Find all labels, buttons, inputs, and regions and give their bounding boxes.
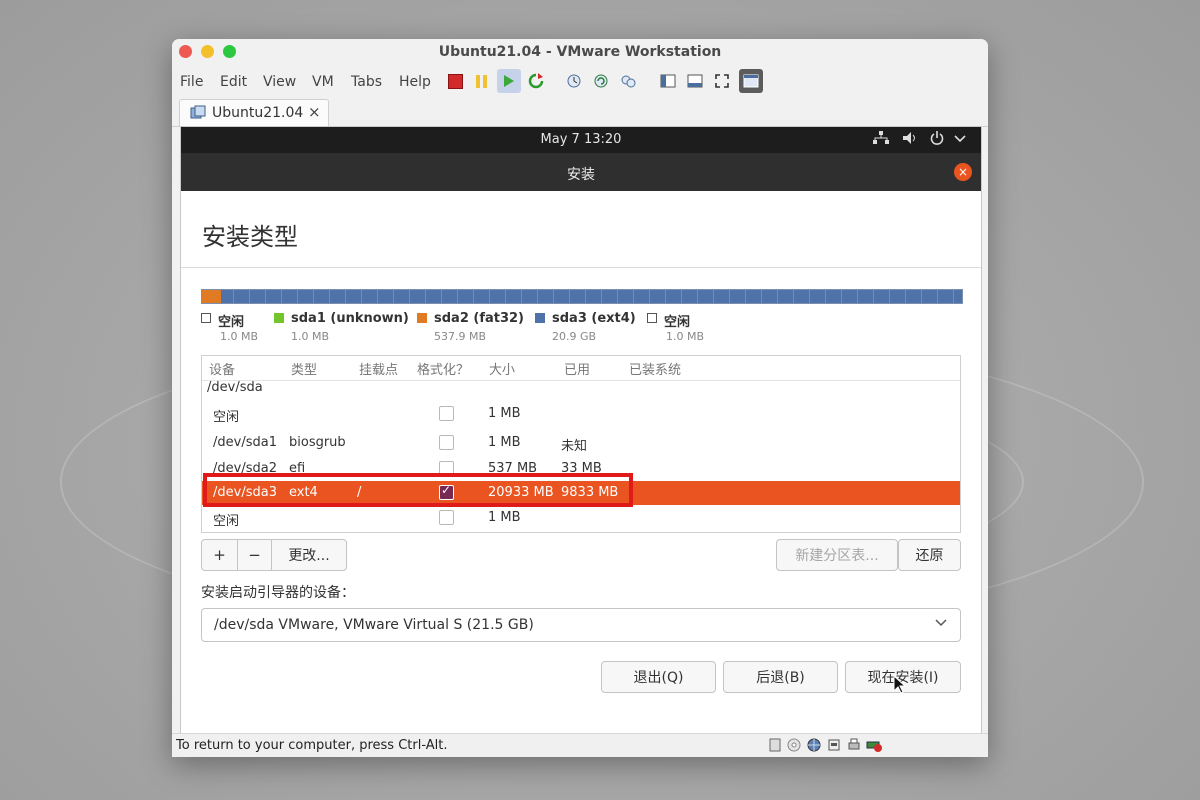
format-checkbox[interactable] [439,435,454,450]
annotation-highlight-box [203,473,633,507]
device-group-row[interactable]: /dev/sda [202,376,960,400]
hard-disk-icon[interactable] [768,738,782,752]
device-cell: /dev/sda1 [213,435,277,450]
play-icon[interactable] [497,69,521,93]
device-cell: 空闲 [213,410,240,425]
chevron-down-icon[interactable] [954,131,966,149]
clock[interactable]: May 7 13:20 [181,132,981,147]
legend-swatch [535,313,545,323]
legend-name: sda1 (unknown) [291,311,409,326]
legend-swatch [201,313,211,323]
size-cell: 1 MB [488,510,521,525]
legend-swatch [274,313,284,323]
legend-size: 537.9 MB [434,330,487,343]
size-cell: 1 MB [488,406,521,421]
tab-ubuntu[interactable]: Ubuntu21.04 × [179,99,329,127]
legend-name: sda3 (ext4) [552,311,636,326]
partition-button-group: + − 更改... [201,539,347,571]
revert-button[interactable]: 还原 [898,539,961,571]
tab-label: Ubuntu21.04 [212,105,304,121]
gnome-top-bar: May 7 13:20 [181,127,981,153]
format-checkbox[interactable] [439,510,454,525]
cd-drive-icon[interactable] [787,738,801,752]
pause-icon[interactable] [471,71,491,91]
legend-name: 空闲 [664,315,691,330]
menu-bar: File Edit View VM Tabs Help [172,67,988,97]
title-bar: Ubuntu21.04 - VMware Workstation [172,39,988,67]
vm-icon [190,105,206,119]
quit-button[interactable]: 退出(Q) [601,661,716,693]
device-cell: /dev/sda [207,380,263,395]
legend-size: 20.9 GB [552,330,597,343]
power-icon[interactable] [930,131,944,149]
status-text: To return to your computer, press Ctrl-A… [176,738,448,753]
boot-loader-value: /dev/sda VMware, VMware Virtual S (21.5 … [214,617,534,633]
add-partition-button[interactable]: + [202,540,238,570]
menu-file[interactable]: File [180,74,203,90]
menu-edit[interactable]: Edit [220,74,247,90]
legend-size: 1.0 MB [291,330,330,343]
divider [181,267,981,268]
unity-icon[interactable] [739,69,763,93]
fullscreen-icon[interactable] [712,71,732,91]
boot-loader-select[interactable]: /dev/sda VMware, VMware Virtual S (21.5 … [201,608,961,642]
tab-strip: Ubuntu21.04 × [172,98,988,127]
revert-snapshot-icon[interactable] [591,71,611,91]
refresh-icon[interactable] [526,71,546,91]
partition-bar-sda2 [202,290,221,303]
menu-vm[interactable]: VM [312,74,334,90]
volume-icon[interactable] [902,131,918,149]
network-adapter-icon[interactable] [807,738,821,752]
table-row[interactable]: /dev/sda1 biosgrub 1 MB 未知 [202,431,960,455]
used-cell: 未知 [561,439,588,454]
vm-console[interactable]: May 7 13:20 安装 × 安装类型 空闲 1.0 MB sda1 (un… [180,126,982,735]
table-row[interactable]: 空闲 1 MB [202,402,960,426]
sidebar-toggle-icon[interactable] [658,71,678,91]
new-partition-table-button[interactable]: 新建分区表... [776,539,898,571]
vmware-window: Ubuntu21.04 - VMware Workstation File Ed… [172,39,988,757]
installer-close-icon[interactable]: × [954,163,972,181]
menu-view[interactable]: View [263,74,296,90]
power-stop-icon[interactable] [445,71,465,91]
back-button[interactable]: 后退(B) [723,661,838,693]
usb-controller-icon[interactable] [827,738,841,752]
menu-help[interactable]: Help [399,74,431,90]
format-checkbox[interactable] [439,406,454,421]
legend-swatch [417,313,427,323]
legend-size: 1.0 MB [220,330,259,343]
snapshot-manager-icon[interactable] [618,71,638,91]
menu-tabs[interactable]: Tabs [351,74,382,90]
table-row[interactable]: 空闲 1 MB [202,506,960,530]
chevron-down-icon [935,615,947,633]
printer-icon[interactable] [847,738,861,752]
legend-size: 1.0 MB [666,330,705,343]
legend-swatch [647,313,657,323]
legend-name: 空闲 [218,315,245,330]
mouse-cursor-icon [893,675,907,694]
installer-title: 安装 [567,167,595,183]
installer-header: 安装 × [181,153,981,191]
network-icon[interactable] [873,131,889,149]
page-title: 安装类型 [202,223,298,251]
console-view-icon[interactable] [685,71,705,91]
tab-close-icon[interactable]: × [308,103,321,121]
type-cell: biosgrub [289,435,346,450]
window-title: Ubuntu21.04 - VMware Workstation [438,44,722,60]
boot-loader-label: 安装启动引导器的设备： [201,585,355,601]
device-cell: 空闲 [213,514,240,529]
legend-name: sda2 (fat32) [434,311,525,326]
partition-bar [201,289,963,304]
size-cell: 1 MB [488,435,521,450]
message-log-icon[interactable] [873,743,887,757]
remove-partition-button[interactable]: − [238,540,272,570]
snapshot-icon[interactable] [564,71,584,91]
change-partition-button[interactable]: 更改... [272,540,346,570]
status-bar: To return to your computer, press Ctrl-A… [172,733,988,757]
